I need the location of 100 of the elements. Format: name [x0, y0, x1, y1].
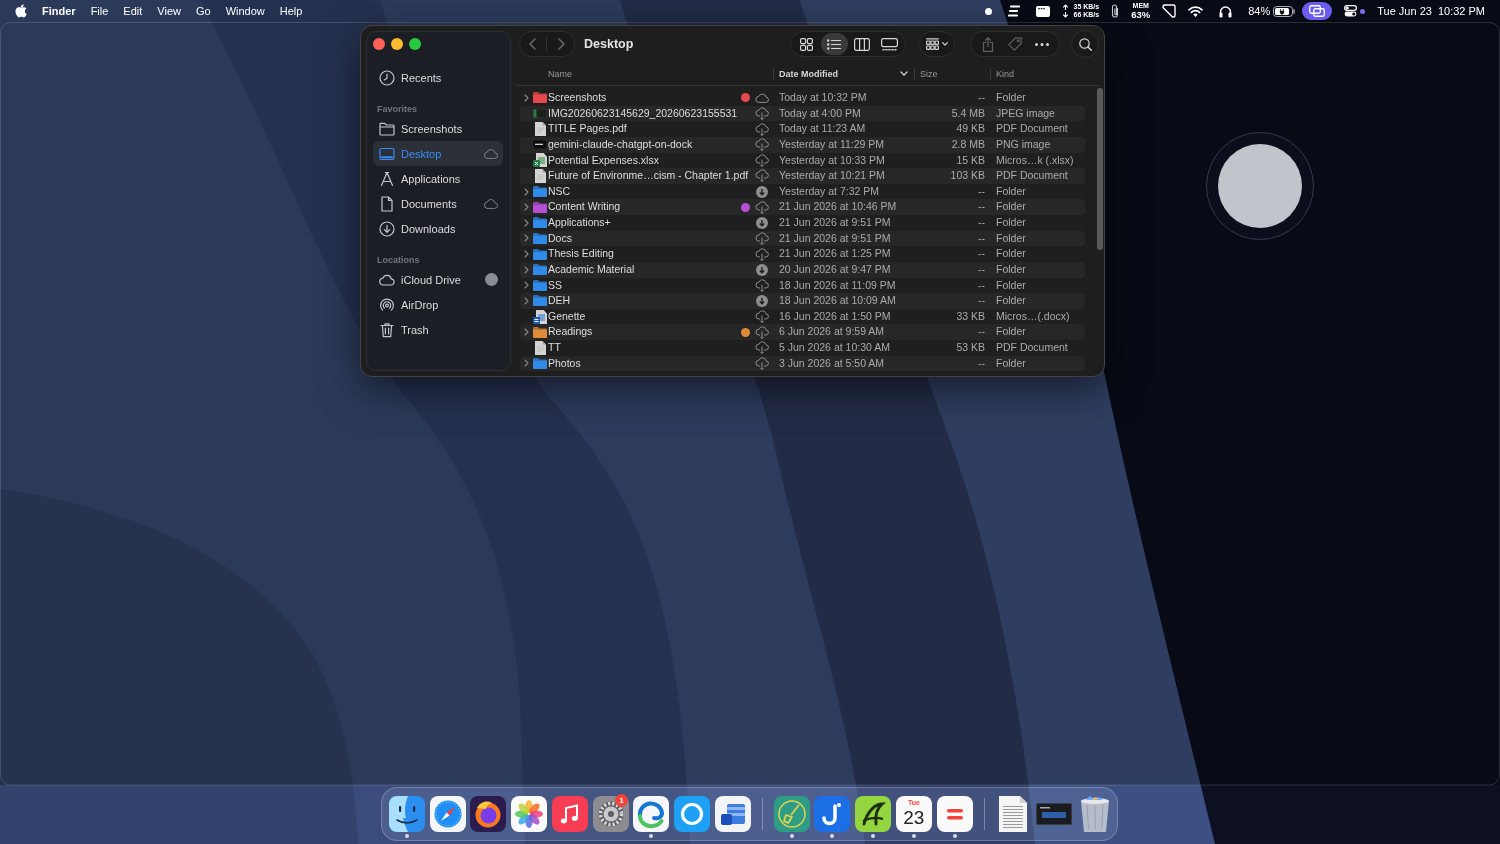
- screen-mirroring-button[interactable]: [1302, 2, 1333, 20]
- disclosure-chevron-icon[interactable]: [523, 93, 529, 102]
- pages-tile-icon[interactable]: [714, 796, 751, 832]
- sidebar-item[interactable]: Desktop: [373, 141, 503, 166]
- folder-icon: [533, 279, 547, 291]
- sidebar-item[interactable]: Screenshots: [373, 116, 503, 141]
- close-button[interactable]: [373, 38, 385, 50]
- menu-item[interactable]: Edit: [115, 0, 150, 22]
- file-name: Readings: [548, 324, 593, 340]
- window-icon[interactable]: [1035, 5, 1050, 17]
- menu-item[interactable]: Go: [188, 0, 219, 22]
- document-icon: [379, 195, 395, 212]
- bars-icon[interactable]: [1007, 5, 1020, 17]
- disclosure-chevron-icon[interactable]: [523, 359, 529, 368]
- columns-icon: [853, 37, 870, 51]
- swoosh-tile-icon[interactable]: [855, 796, 892, 832]
- file-kind: Folder: [995, 246, 1027, 262]
- file-row[interactable]: Future of Environme…cism - Chapter 1.pdf Yesterday at 10:21 PM 103 KB PDF Document: [520, 168, 1085, 184]
- gallery-icon: [880, 37, 898, 51]
- window-title: Desktop: [584, 37, 634, 51]
- updown-arrows-icon[interactable]: [1061, 4, 1069, 18]
- sidebar-item[interactable]: AirDrop: [373, 292, 503, 317]
- document-page-icon[interactable]: [999, 796, 1028, 832]
- trash-can-icon[interactable]: [1079, 796, 1110, 832]
- date-modified: Today at 11:23 AM: [778, 121, 867, 137]
- dot-icon[interactable]: [984, 7, 992, 15]
- file-size: --: [977, 199, 986, 215]
- search-button[interactable]: [1071, 30, 1099, 58]
- broom-icon[interactable]: [773, 796, 810, 832]
- date-modified: 18 Jun 2026 at 11:09 PM: [778, 277, 897, 293]
- group-button[interactable]: [919, 31, 955, 57]
- desktop-icon: [379, 145, 395, 162]
- column-header[interactable]: Kind: [990, 67, 1100, 80]
- wifi-icon[interactable]: [1188, 5, 1204, 17]
- file-name: Academic Material: [548, 261, 635, 277]
- file-size: --: [977, 261, 986, 277]
- disclosure-chevron-icon[interactable]: [523, 328, 529, 337]
- flower-icon[interactable]: [511, 796, 548, 832]
- document-icon: [534, 122, 546, 137]
- menu-item[interactable]: Finder: [34, 0, 84, 22]
- file-size: 2.8 MB: [950, 136, 986, 152]
- date-modified: 18 Jun 2026 at 10:09 AM: [778, 293, 897, 309]
- globe-tile-icon[interactable]: [470, 796, 507, 832]
- folder-icon: [379, 120, 395, 137]
- search-icon: [1078, 37, 1092, 51]
- file-name: Potential Expenses.xlsx: [548, 152, 659, 168]
- column-header[interactable]: Name: [548, 67, 773, 80]
- menu-item[interactable]: Help: [272, 0, 310, 22]
- compass-icon[interactable]: [429, 796, 466, 832]
- apple-icon[interactable]: [15, 4, 27, 18]
- sidebar-item[interactable]: Recents: [373, 65, 503, 90]
- view-mode-button[interactable]: [820, 33, 848, 55]
- equals-tile-icon[interactable]: [936, 796, 973, 832]
- ring-icon[interactable]: [674, 796, 711, 832]
- swirl-icon[interactable]: [633, 796, 670, 832]
- column-header[interactable]: Date Modified: [773, 67, 914, 80]
- column-header[interactable]: Size: [914, 67, 990, 80]
- screenshot-thumbnail-icon[interactable]: [1036, 803, 1073, 825]
- toggles-icon[interactable]: [1344, 5, 1358, 17]
- battery-icon[interactable]: [1273, 5, 1296, 17]
- folder-icon: [533, 232, 547, 244]
- zoom-button[interactable]: [409, 38, 421, 50]
- sidebar-item[interactable]: Documents: [373, 191, 503, 216]
- file-kind: Micros…(.docx): [995, 308, 1071, 324]
- menu-item[interactable]: Window: [218, 0, 273, 22]
- file-name: TT: [548, 340, 561, 355]
- face-icon[interactable]: [388, 796, 425, 832]
- file-row[interactable]: Content Writing 21 Jun 2026 at 10:46 PM -- Folder: [520, 199, 1085, 215]
- hook-tile-icon[interactable]: [814, 796, 851, 832]
- sidebar-item[interactable]: Downloads: [373, 216, 503, 241]
- menu-item[interactable]: View: [149, 0, 189, 22]
- file-name: Future of Environme…cism - Chapter 1.pdf: [548, 168, 749, 184]
- date-modified: 20 Jun 2026 at 9:47 PM: [778, 261, 892, 277]
- menu-bar-time[interactable]: 10:32 PM: [1437, 5, 1485, 17]
- file-size: --: [977, 355, 986, 371]
- folder-icon: [533, 186, 547, 198]
- scrollbar-thumb[interactable]: [1097, 88, 1103, 250]
- paperclip-icon[interactable]: [1111, 3, 1120, 19]
- menu-bar-date[interactable]: Tue Jun 23: [1377, 5, 1432, 17]
- music-note-icon[interactable]: [551, 796, 588, 832]
- sidebar-item[interactable]: Trash: [373, 317, 503, 342]
- file-row[interactable]: Readings 6 Jun 2026 at 9:59 AM -- Folder: [520, 324, 1085, 340]
- file-kind: Folder: [995, 90, 1027, 105]
- headphones-icon[interactable]: [1219, 4, 1233, 18]
- file-size: 33 KB: [955, 308, 986, 324]
- sidebar-item[interactable]: iCloud Drive: [373, 267, 503, 292]
- triangle-icon[interactable]: [1162, 4, 1177, 18]
- file-row[interactable]: DEH 18 Jun 2026 at 10:09 AM -- Folder: [520, 293, 1085, 309]
- file-kind: Folder: [995, 277, 1027, 293]
- menu-item[interactable]: File: [83, 0, 116, 22]
- minimize-button[interactable]: [391, 38, 403, 50]
- a-frame-icon: [379, 170, 395, 187]
- tag-icon: [1008, 37, 1022, 51]
- file-kind: Folder: [995, 355, 1027, 371]
- sort-chevron-icon: [900, 71, 908, 76]
- grid-icon: [926, 38, 939, 50]
- file-name: SS: [548, 277, 562, 293]
- sidebar-item[interactable]: Applications: [373, 166, 503, 191]
- caret-icon: [942, 42, 948, 46]
- battery-percentage: 84%: [1248, 5, 1271, 17]
